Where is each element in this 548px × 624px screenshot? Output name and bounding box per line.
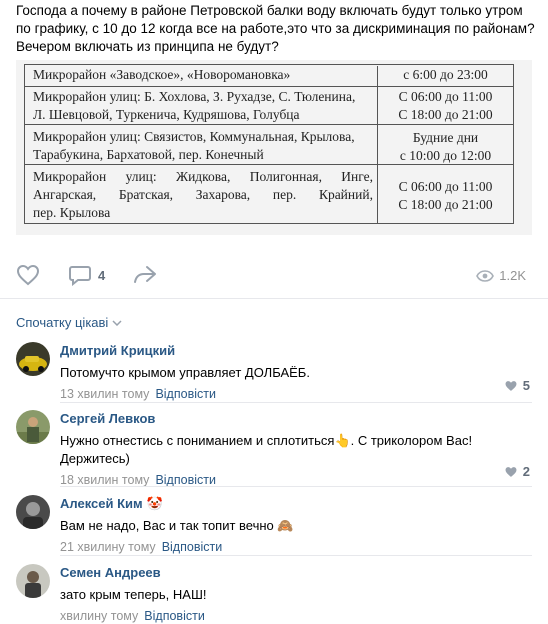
- comment-meta: 13 хвилин тому Відповісти: [60, 386, 530, 402]
- schedule-district: Микрорайон улиц: Жидкова, Полигонная, Ин…: [33, 169, 373, 220]
- avatar[interactable]: [16, 342, 50, 376]
- share-button[interactable]: [132, 264, 158, 286]
- like-button[interactable]: [16, 264, 40, 286]
- post-text-line: Господа а почему в районе Петровской бал…: [16, 3, 523, 18]
- views-count: 1.2K: [499, 268, 526, 283]
- post-text-line: по графику, с 10 до 12 когда все на рабо…: [16, 21, 535, 36]
- comment-item: Семен Андреев зато крым теперь, НАШ! хви…: [16, 564, 532, 623]
- comment-time[interactable]: 13 хвилин тому: [60, 387, 149, 401]
- reply-button[interactable]: Відповісти: [155, 473, 216, 487]
- schedule-row: Микрорайон улиц: Связистов, Коммунальная…: [24, 124, 514, 166]
- comment-button[interactable]: 4: [68, 264, 105, 286]
- comment-like-count: 5: [522, 378, 530, 393]
- schedule-district: Микрорайон улиц: Связистов, Коммунальная…: [33, 129, 355, 162]
- chevron-down-icon: [112, 319, 122, 326]
- comment-like-button[interactable]: 2: [504, 464, 530, 479]
- schedule-district: Микрорайон «Заводское», «Новороманoвка»: [33, 67, 291, 82]
- reply-button[interactable]: Відповісти: [155, 387, 216, 401]
- heart-icon: [505, 380, 517, 391]
- comments-count: 4: [98, 267, 106, 283]
- reply-button[interactable]: Відповісти: [162, 540, 223, 554]
- comment-text: зато крым теперь, НАШ!: [60, 587, 207, 602]
- schedule-hours: С 06:00 до 11:00 С 18:00 до 21:00: [377, 166, 513, 224]
- post-text: Господа а почему в районе Петровской бал…: [16, 2, 535, 56]
- share-icon: [134, 266, 156, 283]
- schedule-row: Микрорайон «Заводское», «Новороманoвка» …: [24, 64, 514, 88]
- sort-label: Спочатку цікаві: [16, 315, 109, 330]
- schedule-image[interactable]: Микрорайон «Заводское», «Новороманoвка» …: [16, 60, 532, 235]
- comment-meta: 21 хвилину тому Відповісти: [60, 539, 530, 555]
- comment-meta: хвилину тому Відповісти: [60, 608, 530, 624]
- comment-author[interactable]: Сергей Левков: [60, 410, 530, 428]
- avatar[interactable]: [16, 495, 50, 529]
- comment-text: Вам не надо, Вас и так топит вечно 🙈: [60, 518, 294, 533]
- post-actions: 4 1.2K: [16, 258, 532, 290]
- schedule-hours: с 6:00 до 23:00: [377, 66, 513, 88]
- comment-author[interactable]: Алексей Ким 🤡: [60, 495, 530, 513]
- divider: [60, 486, 532, 487]
- divider: [60, 402, 532, 403]
- schedule-hours: С 06:00 до 11:00 С 18:00 до 21:00: [377, 88, 513, 126]
- comment-item: Сергей Левков Нужно отнестись с понимани…: [16, 410, 532, 487]
- comment-time[interactable]: 21 хвилину тому: [60, 540, 156, 554]
- comment-like-count: 2: [522, 464, 530, 479]
- views-counter: 1.2K: [476, 268, 526, 283]
- reply-button[interactable]: Відповісти: [144, 609, 205, 623]
- comment-like-button[interactable]: 5: [504, 378, 530, 393]
- comment-text: Нужно отнестись с пониманием и сплотитьс…: [60, 433, 473, 466]
- schedule-row: Микрорайон улиц: Б. Хохлова, З. Рухадзе,…: [24, 86, 514, 126]
- comment-text: Потомучто крымом управляет ДОЛБАЁБ.: [60, 365, 310, 380]
- heart-icon: [505, 466, 517, 477]
- comment-item: Алексей Ким 🤡 Вам не надо, Вас и так топ…: [16, 495, 532, 554]
- divider: [60, 555, 532, 556]
- comment-author[interactable]: Дмитрий Крицкий: [60, 342, 530, 360]
- divider: [0, 298, 548, 299]
- comment-icon: [69, 266, 91, 286]
- comment-time[interactable]: 18 хвилин тому: [60, 473, 149, 487]
- schedule-district: Микрорайон улиц: Б. Хохлова, З. Рухадзе,…: [33, 89, 356, 122]
- comments-sort-dropdown[interactable]: Спочатку цікаві: [16, 315, 122, 330]
- eye-icon: [476, 269, 495, 282]
- schedule-hours: Будние дни с 10:00 до 12:00: [377, 126, 513, 166]
- comment-time[interactable]: хвилину тому: [60, 609, 138, 623]
- avatar[interactable]: [16, 564, 50, 598]
- heart-icon: [16, 264, 40, 286]
- schedule-row: Микрорайон улиц: Жидкова, Полигонная, Ин…: [24, 164, 514, 224]
- avatar[interactable]: [16, 410, 50, 444]
- comment-item: Дмитрий Крицкий Потомучто крымом управля…: [16, 342, 532, 401]
- post-text-line: Вечером включать из принципа не будут?: [16, 39, 279, 54]
- comment-author[interactable]: Семен Андреев: [60, 564, 530, 582]
- author-emoji: 🤡: [146, 496, 163, 511]
